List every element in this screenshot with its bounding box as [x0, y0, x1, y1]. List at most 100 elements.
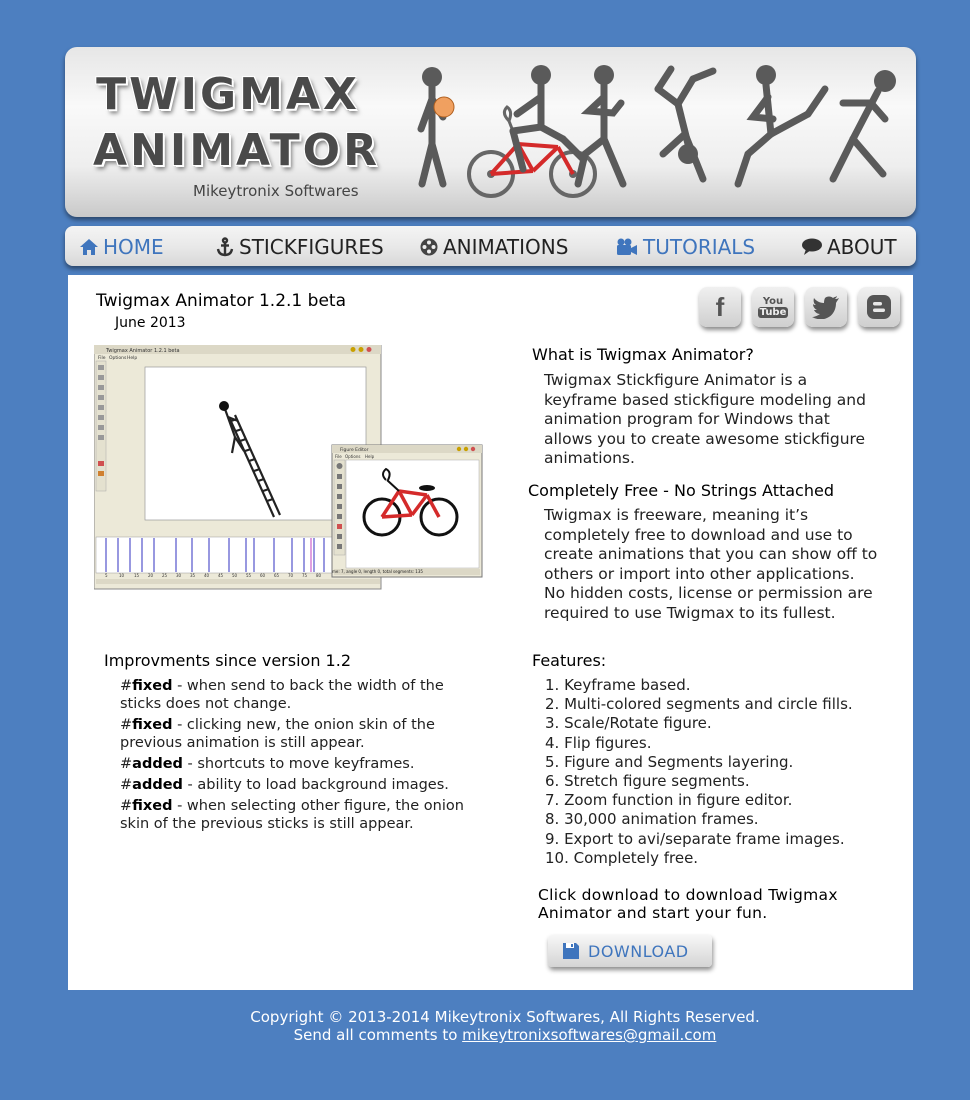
comments-prefix: Send all comments to — [293, 1026, 463, 1044]
nav-item-about[interactable]: ABOUT — [801, 234, 897, 260]
youtube-icon-text-top: You — [762, 296, 784, 307]
nav-item-stickfigures[interactable]: STICKFIGURES — [215, 234, 384, 260]
site-header: TWIGMAX ANIMATOR Mikeytronix Softwares — [65, 47, 916, 217]
nav-item-tutorials[interactable]: TUTORIALS — [615, 234, 755, 260]
twitter-button[interactable] — [805, 287, 847, 327]
improvement-item: #added - ability to load background imag… — [120, 777, 449, 793]
timeline-tick: 75 — [302, 573, 308, 578]
download-button-label: DOWNLOAD — [588, 941, 689, 961]
copyright-text: Copyright © 2013-2014 Mikeytronix Softwa… — [250, 1008, 760, 1026]
blogger-icon — [867, 295, 891, 319]
screenshot-menu-file: File — [98, 355, 106, 361]
screenshot-menu-options: Options — [109, 355, 127, 361]
figure-editor-menu-file: File — [335, 454, 342, 459]
feature-item: 1. Keyframe based. — [545, 676, 691, 694]
timeline-tick: 20 — [148, 573, 154, 578]
improvement-tag: fixed — [132, 717, 173, 733]
feature-item: 7. Zoom function in figure editor. — [545, 791, 793, 810]
timeline-tick: 35 — [190, 573, 196, 578]
improvement-item: #fixed - when send to back the width of … — [120, 678, 444, 712]
improvement-item: #fixed - clicking new, the onion skin of… — [120, 717, 435, 751]
facebook-button[interactable]: f — [699, 287, 741, 327]
screenshot-menu-help: Help — [127, 355, 137, 361]
feature-item: 3. Scale/Rotate figure. — [545, 714, 712, 733]
release-date: June 2013 — [115, 315, 186, 331]
improvement-text: - when selecting other figure, the onion… — [120, 798, 464, 832]
logo-title-line-2[interactable]: ANIMATOR — [93, 125, 377, 176]
speech-bubble-icon — [802, 238, 822, 255]
improvement-item: #added - shortcuts to move keyframes. — [120, 756, 415, 772]
figure-editor-menu-options: Options — [345, 454, 360, 459]
nav-item-stickfigures-label: STICKFIGURES — [239, 235, 384, 259]
improvement-text: - shortcuts to move keyframes. — [182, 756, 415, 772]
blogger-button[interactable] — [858, 287, 900, 327]
contact-email-link[interactable]: mikeytronixsoftwares@gmail.com — [462, 1026, 716, 1044]
main-navigation: HOME STICKFIGURES ANIMATIONS TUTORIALS A… — [65, 226, 916, 266]
download-button[interactable]: DOWNLOAD — [548, 935, 712, 967]
timeline-tick: 30 — [176, 573, 182, 578]
free-heading: Completely Free - No Strings Attached — [528, 481, 834, 500]
floppy-disk-icon — [563, 943, 579, 959]
nav-item-home-label: HOME — [103, 235, 164, 259]
main-content: Twigmax Animator 1.2.1 beta June 2013 f … — [68, 275, 913, 990]
improvements-heading: Improvments since version 1.2 — [104, 651, 351, 670]
timeline-tick: 45 — [218, 573, 224, 578]
features-heading: Features: — [532, 651, 607, 670]
youtube-icon-text-bottom: Tube — [757, 307, 789, 318]
timeline-tick: 80 — [316, 573, 322, 578]
what-is-heading: What is Twigmax Animator? — [532, 345, 754, 364]
figure-editor-title: Figure Editor — [340, 447, 369, 453]
improvement-tag: added — [132, 756, 183, 772]
film-reel-icon — [420, 238, 438, 256]
anchor-icon — [216, 237, 234, 257]
feature-item: 6. Stretch figure segments. — [545, 772, 750, 791]
feature-item: 4. Flip figures. — [545, 733, 652, 752]
release-title: Twigmax Animator 1.2.1 beta — [96, 291, 346, 311]
timeline-tick: 10 — [119, 573, 125, 578]
feature-item: 10. Completely free. — [545, 848, 699, 867]
features-list: 1. Keyframe based. 2. Multi-colored segm… — [545, 676, 853, 868]
improvement-tag: fixed — [132, 678, 173, 694]
comments-line: Send all comments to mikeytronixsoftware… — [0, 1026, 970, 1044]
basketball-icon — [433, 96, 455, 118]
stickfigure-banner-illustration — [417, 65, 896, 198]
timeline-tick: 25 — [162, 573, 168, 578]
feature-item: 5. Figure and Segments layering. — [545, 752, 794, 771]
timeline-tick: 60 — [260, 573, 266, 578]
download-call-to-action: Click download to download Twigmax Anima… — [538, 886, 838, 922]
home-icon — [80, 239, 98, 255]
screenshot-window-title: Twigmax Animator 1.2.1 beta — [105, 348, 180, 354]
improvements-list: #fixed - when send to back the width of … — [120, 677, 465, 836]
free-description: Twigmax is freeware, meaning it’s comple… — [544, 506, 878, 622]
nav-item-animations[interactable]: ANIMATIONS — [419, 234, 568, 260]
timeline-tick: 15 — [134, 573, 140, 578]
feature-item: 8. 30,000 animation frames. — [545, 810, 759, 829]
nav-item-about-label: ABOUT — [827, 235, 897, 259]
video-camera-icon — [617, 238, 637, 255]
improvement-tag: fixed — [132, 798, 173, 814]
nav-item-animations-label: ANIMATIONS — [443, 235, 569, 259]
improvement-text: - ability to load background images. — [182, 777, 449, 793]
youtube-icon: You Tube — [757, 296, 789, 318]
feature-item: 2. Multi-colored segments and circle fil… — [545, 695, 853, 714]
timeline-tick: 55 — [246, 573, 252, 578]
app-screenshot: Twigmax Animator 1.2.1 beta File Options… — [94, 345, 483, 590]
twitter-bird-icon — [812, 296, 839, 319]
figure-editor-status: me: 7, angle 0, length 0, total segments… — [332, 569, 423, 574]
facebook-icon: f — [715, 291, 725, 322]
figure-editor-menu-help: Help — [365, 454, 375, 459]
nav-item-tutorials-label: TUTORIALS — [643, 235, 756, 259]
what-is-description: Twigmax Stickfigure Animator is a keyfra… — [544, 371, 866, 467]
nav-item-home[interactable]: HOME — [79, 234, 164, 260]
feature-item: 9. Export to avi/separate frame images. — [545, 829, 845, 848]
improvement-item: #fixed - when selecting other figure, th… — [120, 798, 464, 832]
youtube-button[interactable]: You Tube — [752, 287, 794, 327]
timeline-tick: 40 — [204, 573, 210, 578]
logo-title-line-1[interactable]: TWIGMAX — [93, 69, 363, 120]
timeline-tick: 70 — [288, 573, 294, 578]
timeline-tick: 65 — [274, 573, 280, 578]
timeline-tick: 50 — [232, 573, 238, 578]
improvement-tag: added — [132, 777, 183, 793]
site-footer: Copyright © 2013-2014 Mikeytronix Softwa… — [0, 1008, 970, 1044]
company-name: Mikeytronix Softwares — [193, 182, 359, 200]
